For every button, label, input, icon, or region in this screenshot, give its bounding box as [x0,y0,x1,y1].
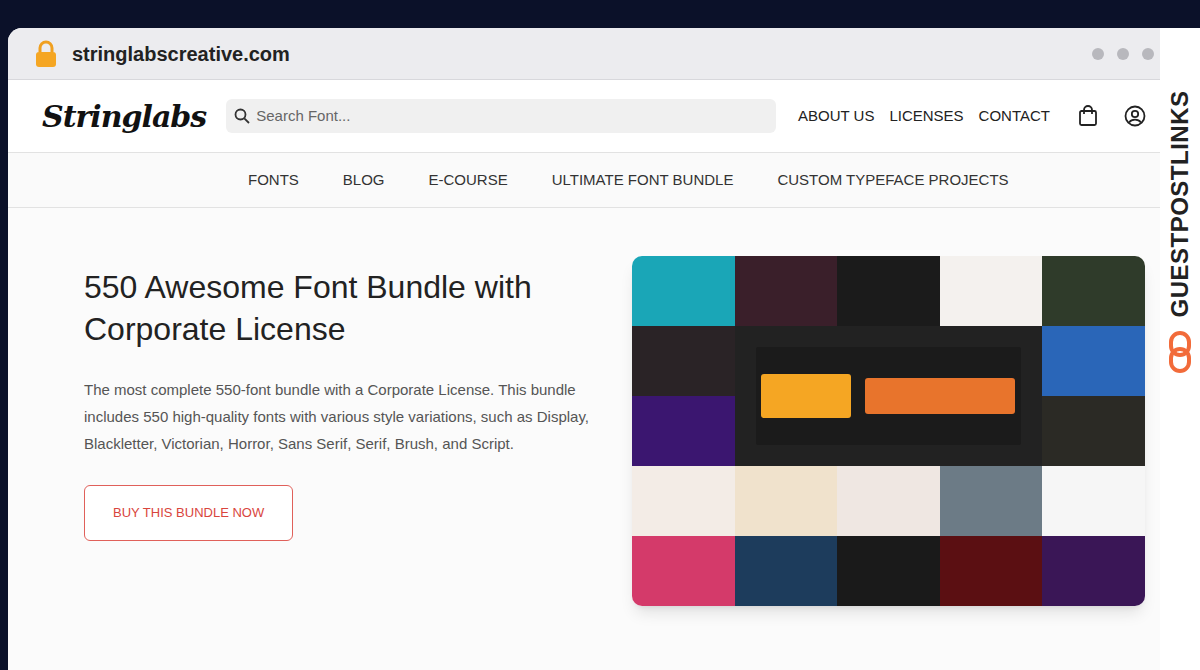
site-header: Stringlabs ABOUT US LICENSES CONTACT [8,80,1160,152]
window-dot[interactable] [1142,48,1154,60]
search-icon [234,108,250,124]
main-nav-link[interactable]: E-COURSE [429,169,508,192]
link-logo-icon [1168,330,1192,374]
main-nav-link[interactable]: CUSTOM TYPEFACE PROJECTS [777,169,1008,192]
site-logo[interactable]: Stringlabs [42,94,206,139]
buy-button[interactable]: BUY THIS BUNDLE NOW [84,485,293,541]
main-nav: FONTS BLOG E-COURSE ULTIMATE FONT BUNDLE CUS… [8,152,1160,208]
hero-section: 550 Awesome Font Bundle with Corporate L… [8,208,1160,670]
lock-icon [34,40,58,68]
user-icon[interactable] [1124,105,1146,127]
top-nav-link[interactable]: LICENSES [889,105,963,128]
browser-window: stringlabscreative.com Stringlabs A [8,28,1200,670]
window-dot[interactable] [1092,48,1104,60]
search-input[interactable] [256,105,768,128]
search-bar[interactable] [226,99,776,133]
main-nav-link[interactable]: ULTIMATE FONT BUNDLE [552,169,734,192]
bundle-image [632,256,1145,606]
main-nav-link[interactable]: BLOG [343,169,385,192]
main-nav-link[interactable]: FONTS [248,169,299,192]
watermark-strip: GUESTPOSTLINKS [1160,28,1200,670]
top-nav-link[interactable]: CONTACT [979,105,1050,128]
hero-description: The most complete 550-font bundle with a… [84,376,610,457]
window-dot[interactable] [1117,48,1129,60]
top-nav-link[interactable]: ABOUT US [798,105,874,128]
hero-title: 550 Awesome Font Bundle with Corporate L… [84,266,610,350]
browser-toolbar: stringlabscreative.com [8,28,1160,80]
watermark-text: GUESTPOSTLINKS [1162,90,1198,317]
shopping-bag-icon[interactable] [1078,105,1098,127]
url-text[interactable]: stringlabscreative.com [72,39,290,69]
